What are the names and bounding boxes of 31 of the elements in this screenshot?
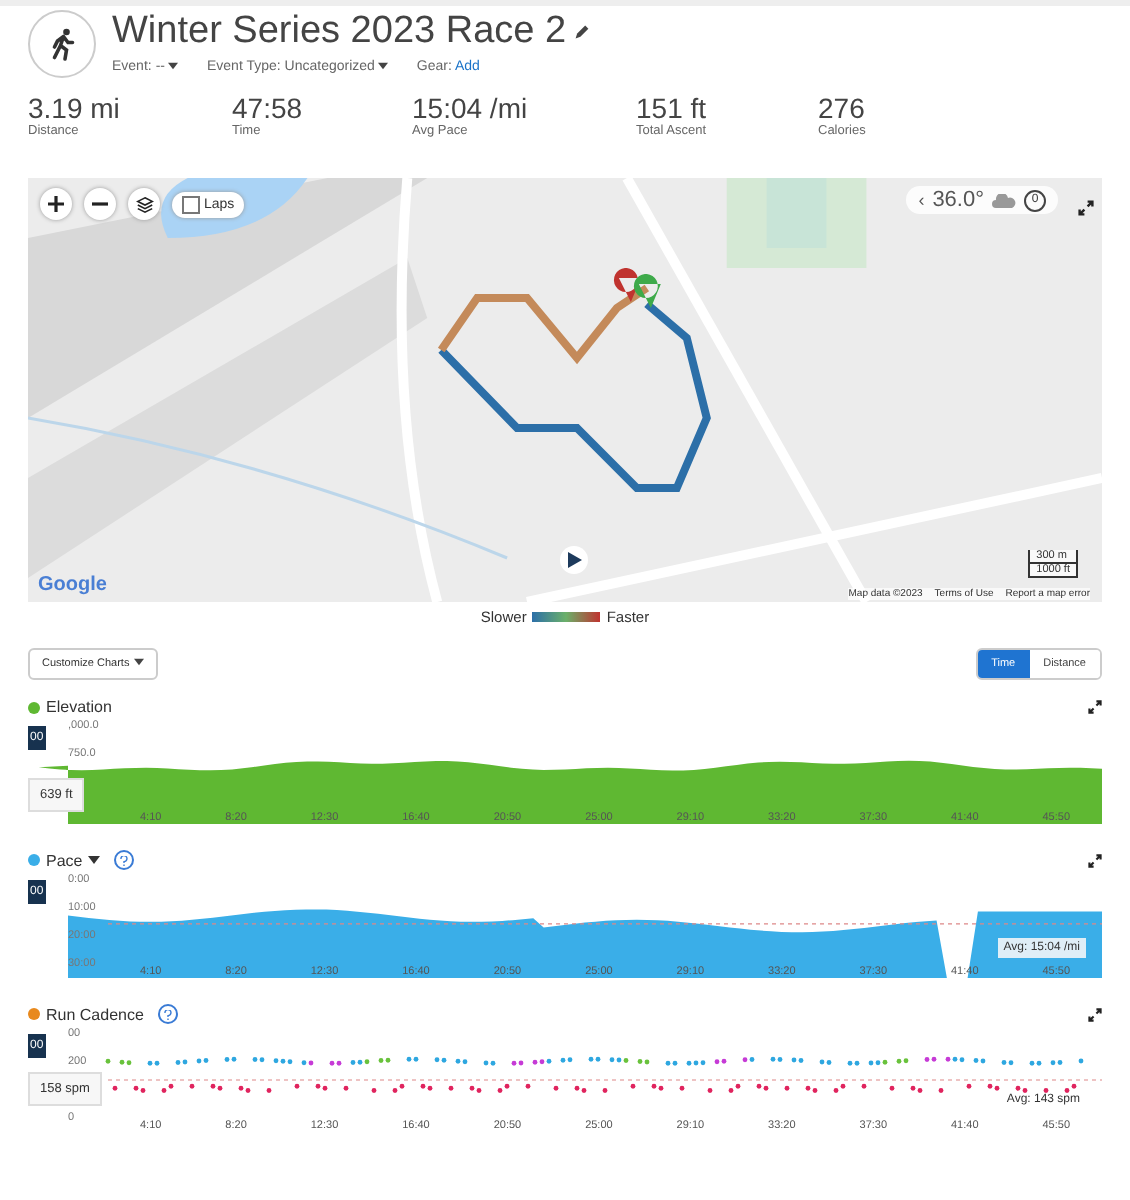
help-icon[interactable] (114, 850, 135, 870)
pace-gradient-icon (532, 612, 601, 622)
stat-value: 47:58 (232, 92, 305, 124)
play-icon (567, 552, 581, 568)
caret-icon (133, 658, 144, 666)
layers-icon (135, 195, 153, 213)
activity-title: Winter Series 2023 Race 2 (112, 10, 591, 54)
pencil-icon[interactable] (574, 24, 591, 40)
expand-icon[interactable] (1088, 853, 1102, 867)
caret-icon (378, 62, 389, 70)
stat-value: 276 (818, 92, 867, 124)
caret-icon (168, 62, 179, 70)
help-icon[interactable] (157, 1004, 178, 1024)
expand-icon[interactable] (1088, 700, 1102, 714)
laps-checkbox[interactable] (182, 195, 200, 213)
fullscreen-icon[interactable] (1078, 200, 1094, 216)
chart-title: Pace (46, 851, 83, 869)
caret-icon[interactable] (88, 856, 101, 864)
cloud-icon (992, 193, 1016, 207)
stat-value: 3.19 mi (28, 92, 122, 124)
map-logo: Google (38, 574, 107, 596)
runner-icon (28, 10, 96, 78)
minus-icon (92, 196, 108, 212)
chart-title: Run Cadence (46, 1005, 144, 1023)
back-arrow[interactable]: ‹ (918, 190, 925, 210)
temperature-reading: 36.0° (932, 188, 984, 212)
stat-value: 15:04 /mi (412, 92, 530, 124)
stat-value: 151 ft (636, 92, 709, 124)
plus-icon (48, 196, 64, 212)
expand-icon[interactable] (1088, 1007, 1102, 1021)
chart-title: Elevation (46, 698, 112, 716)
